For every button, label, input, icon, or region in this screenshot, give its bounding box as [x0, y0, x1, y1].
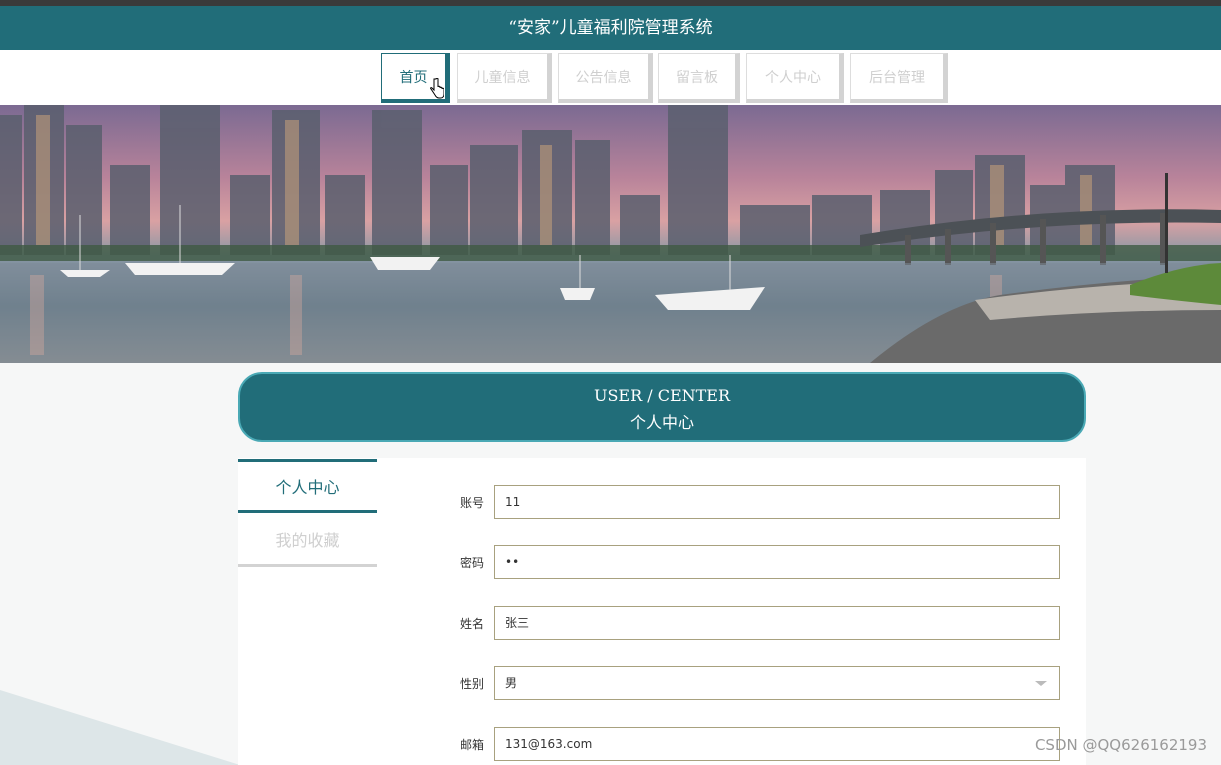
main-nav: 首页 儿童信息 公告信息 留言板 个人中心 后台管理: [0, 50, 1221, 105]
gender-select[interactable]: 男: [494, 666, 1060, 700]
nav-admin[interactable]: 后台管理: [850, 53, 948, 103]
gender-value: 男: [505, 676, 518, 690]
sidebar-item-user-center[interactable]: 个人中心: [238, 459, 377, 513]
decorative-shape: [0, 690, 240, 765]
password-field[interactable]: ••: [494, 545, 1060, 579]
password-label: 密码: [459, 556, 484, 570]
section-header: USER / CENTER 个人中心: [238, 372, 1086, 442]
section-title-zh: 个人中心: [629, 413, 694, 432]
hand-cursor-icon: [430, 78, 444, 99]
chevron-down-icon[interactable]: [1035, 681, 1047, 686]
hero-banner-image: [0, 105, 1221, 363]
email-field[interactable]: 131@163.com: [494, 727, 1060, 761]
name-field[interactable]: 张三: [494, 606, 1060, 640]
nav-children-info[interactable]: 儿童信息: [457, 53, 552, 103]
site-title: “安家”儿童福利院管理系统: [0, 6, 1221, 50]
watermark-text: CSDN @QQ626162193: [1034, 736, 1207, 754]
nav-announcements[interactable]: 公告信息: [558, 53, 653, 103]
gender-label: 性别: [459, 677, 484, 691]
nav-user-center[interactable]: 个人中心: [746, 53, 844, 103]
section-title-en: USER / CENTER: [593, 386, 731, 405]
account-label: 账号: [459, 496, 484, 510]
sidebar-item-favorites[interactable]: 我的收藏: [238, 513, 377, 567]
name-label: 姓名: [459, 617, 484, 631]
account-field[interactable]: 11: [494, 485, 1060, 519]
email-label: 邮箱: [459, 738, 484, 752]
nav-message-board[interactable]: 留言板: [658, 53, 740, 103]
